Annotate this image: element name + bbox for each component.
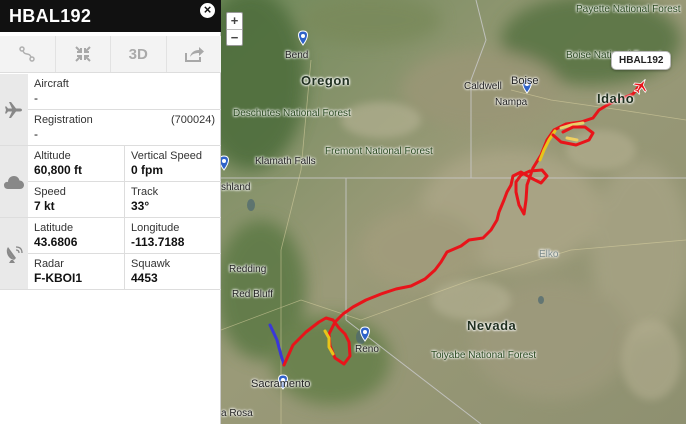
squawk-value: 4453 [131, 271, 158, 285]
label-reno: Reno [355, 344, 379, 355]
label-santa-rosa: a Rosa [221, 408, 253, 419]
map-view[interactable]: Payette National Forest Boise National F… [221, 0, 686, 424]
aircraft-field: Aircraft - [28, 74, 221, 109]
track-value: 33° [131, 199, 150, 213]
zoom-in-button[interactable]: + [227, 13, 242, 29]
3d-label: 3D [128, 45, 148, 63]
speed-field: Speed 7 kt [28, 182, 124, 217]
speed-value: 7 kt [34, 199, 55, 213]
altitude-value: 60,800 ft [34, 163, 83, 177]
latitude-field: Latitude 43.6806 [28, 218, 124, 253]
share-arrow-icon [184, 47, 204, 62]
flight-callsign: HBAL192 [9, 6, 92, 26]
longitude-value: -113.7188 [131, 235, 185, 249]
radar-value: F-KBOI1 [34, 271, 82, 285]
speed-label: Speed [34, 186, 66, 198]
position-group: Latitude 43.6806 Longitude -113.7188 Rad… [0, 218, 221, 290]
radar-label: Radar [34, 258, 64, 270]
route-button[interactable] [0, 36, 55, 72]
radar-dish-icon [0, 218, 28, 289]
cloud-icon [0, 146, 28, 217]
track-label: Track [131, 186, 159, 198]
route-icon [19, 46, 35, 62]
share-button[interactable] [165, 36, 222, 72]
collapse-arrows-icon [75, 46, 91, 62]
zoom-control: + − [226, 12, 243, 46]
label-caldwell: Caldwell [464, 81, 502, 92]
label-boise: Boise [511, 75, 539, 87]
label-bend: Bend [285, 50, 309, 61]
flight-data-group: Altitude 60,800 ft Vertical Speed 0 fpm … [0, 146, 221, 218]
collapse-button[interactable] [54, 36, 111, 72]
altitude-field: Altitude 60,800 ft [28, 146, 124, 181]
flight-tag-label[interactable]: HBAL192 [611, 51, 672, 70]
label-sacramento: Sacramento [251, 378, 311, 390]
label-elko: Elko [539, 249, 559, 260]
latitude-label: Latitude [34, 222, 74, 234]
squawk-field: Squawk 4453 [124, 254, 221, 289]
airplane-icon [0, 74, 28, 145]
zoom-out-button[interactable]: − [227, 29, 242, 45]
aircraft-group: Aircraft - Registration - (700024) [0, 74, 221, 146]
label-idaho: Idaho [597, 91, 635, 106]
flight-info-panel: HBAL192 × 3D Aircraft - Registration - (… [0, 0, 221, 424]
track-field: Track 33° [124, 182, 221, 217]
close-button[interactable]: × [198, 1, 217, 20]
altitude-label: Altitude [34, 150, 71, 162]
label-payette-nf: Payette National Forest [576, 4, 681, 15]
longitude-field: Longitude -113.7188 [124, 218, 221, 253]
aircraft-value: - [34, 91, 38, 105]
longitude-label: Longitude [131, 222, 180, 234]
latitude-value: 43.6806 [34, 235, 78, 249]
aircraft-label: Aircraft [34, 78, 69, 90]
label-deschutes-nf: Deschutes National Forest [233, 108, 351, 119]
vertical-speed-value: 0 fpm [131, 163, 164, 177]
label-oregon: Oregon [301, 73, 351, 88]
flight-info: Aircraft - Registration - (700024) Altit… [0, 74, 221, 290]
squawk-label: Squawk [131, 258, 171, 270]
3d-view-button[interactable]: 3D [110, 36, 166, 72]
label-nevada: Nevada [467, 318, 517, 333]
label-klamath-falls: Klamath Falls [255, 156, 316, 167]
vertical-speed-field: Vertical Speed 0 fpm [124, 146, 221, 181]
registration-id: (700024) [170, 114, 215, 126]
label-fremont-nf: Fremont National Forest [325, 146, 433, 157]
label-redding: Redding [229, 264, 267, 275]
radar-field: Radar F-KBOI1 [28, 254, 124, 289]
label-red-bluff: Red Bluff [232, 289, 273, 300]
vertical-speed-label: Vertical Speed [131, 150, 202, 162]
registration-field: Registration - (700024) [28, 110, 221, 145]
label-nampa: Nampa [495, 97, 528, 108]
registration-value: - [34, 127, 38, 141]
panel-toolbar: 3D [0, 36, 221, 73]
label-toiyabe-nf: Toiyabe National Forest [431, 350, 537, 361]
title-bar: HBAL192 [0, 0, 221, 32]
label-ashland: shland [221, 182, 251, 193]
